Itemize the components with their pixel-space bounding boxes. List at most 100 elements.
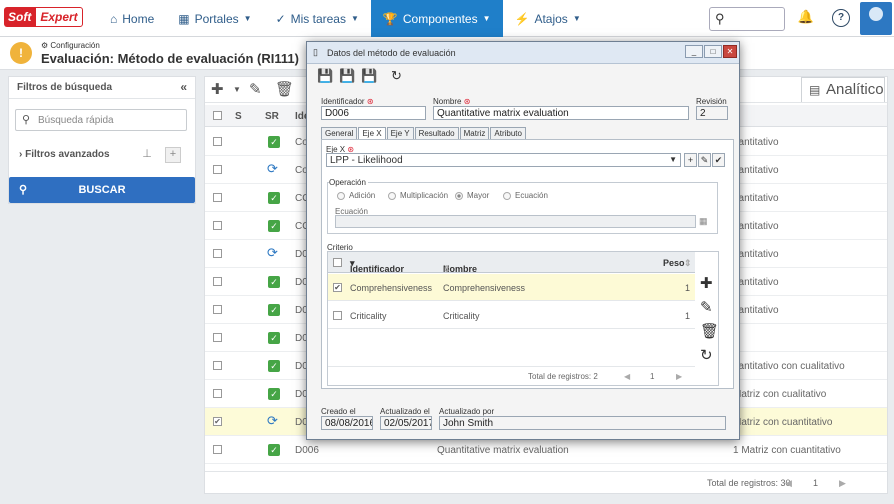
help-icon[interactable]: ? <box>832 9 850 27</box>
radio-mayor[interactable]: Mayor <box>455 191 489 200</box>
add-icon[interactable]: ✚ <box>211 80 224 98</box>
tab-analitico[interactable]: ▤ Analítico <box>801 77 885 102</box>
caret-down-icon: ▼ <box>482 14 491 23</box>
next-page-icon[interactable]: ▶ <box>839 478 846 489</box>
quick-search-input[interactable]: ⚲ Búsqueda rápida <box>15 109 187 131</box>
select-all-checkbox[interactable] <box>213 111 222 120</box>
caret-down-icon: ▼ <box>243 14 252 23</box>
softexpert-logo[interactable]: Soft Expert <box>4 6 83 28</box>
edit-criterio-icon[interactable]: ✎ <box>700 298 713 316</box>
warning-icon: ! <box>10 42 32 64</box>
row-checkbox[interactable] <box>213 277 222 286</box>
nav-mis-tareas[interactable]: ✓ Mis tareas ▼ <box>264 0 371 37</box>
column-peso[interactable]: Peso <box>663 258 685 268</box>
minimize-icon[interactable]: _ <box>685 45 703 58</box>
row-checkbox[interactable]: ✔ <box>213 417 222 426</box>
actualizado-por-field: John Smith <box>439 416 726 430</box>
revision-label: Revisión <box>696 97 727 106</box>
row-checkbox[interactable] <box>213 221 222 230</box>
refresh-criterio-icon[interactable]: ↻ <box>700 346 713 364</box>
column-identificador[interactable]: Identificador ▾ <box>350 258 404 274</box>
clear-icon[interactable]: ✔ <box>712 153 725 167</box>
criterio-nombre: Criticality <box>443 311 480 321</box>
nav-componentes-label: Componentes <box>402 11 478 26</box>
criterio-grid: Identificador ▾ Nombre ⇕ Peso ⇕ ✔ Compre… <box>327 251 719 386</box>
prev-page-icon[interactable]: ◀ <box>785 478 792 489</box>
row-tipo: 1 Matriz con cuantitativo <box>733 445 841 456</box>
nav-home[interactable]: ⌂ Home <box>98 0 166 37</box>
row-checkbox[interactable] <box>213 361 222 370</box>
prev-page-icon[interactable]: ◀ <box>624 372 630 381</box>
tab-matriz[interactable]: Matriz <box>459 127 490 139</box>
criterio-row[interactable]: Criticality Criticality 1 <box>328 302 695 329</box>
tab-eje-y[interactable]: Eje Y <box>386 127 414 139</box>
edit-icon[interactable]: ✎ <box>698 153 711 167</box>
nav-portales[interactable]: ▦ Portales ▼ <box>166 0 263 37</box>
row-checkbox[interactable] <box>213 193 222 202</box>
delete-icon[interactable]: 🗑 <box>275 80 294 98</box>
criterio-id: Criticality <box>350 311 387 321</box>
bell-icon[interactable]: 🔔 <box>797 9 815 27</box>
row-checkbox[interactable] <box>213 137 222 146</box>
dialog-toolbar: 💾 💾 💾 ↻ <box>315 68 735 88</box>
row-checkbox[interactable] <box>213 165 222 174</box>
breadcrumb[interactable]: ⚙ Configuración <box>41 41 100 50</box>
row-identificador: D006 <box>295 445 319 456</box>
nombre-field[interactable]: Quantitative matrix evaluation <box>433 106 689 120</box>
chevron-right-icon: › <box>19 149 23 160</box>
tab-analitico-label: Analítico <box>826 81 884 98</box>
radio-multiplicacion-label: Multiplicación <box>400 191 449 200</box>
radio-ecuacion-label: Ecuación <box>515 191 548 200</box>
table-row[interactable]: ✓ D006 Quantitative matrix evaluation 1 Mat… <box>205 436 887 464</box>
clear-filters-icon[interactable]: ⊥ <box>139 147 155 163</box>
column-sr[interactable]: SR <box>265 111 279 122</box>
delete-criterio-icon[interactable]: 🗑 <box>700 322 719 340</box>
caret-down-icon[interactable]: ▼ <box>233 85 241 94</box>
advanced-filters-toggle[interactable]: › Filtros avanzados <box>19 149 110 160</box>
nav-componentes[interactable]: 🏆 Componentes ▼ <box>370 0 503 37</box>
save-icon[interactable]: 💾 <box>339 68 355 84</box>
criterio-row[interactable]: ✔ Comprehensiveness Comprehensiveness 1 <box>328 274 695 301</box>
nav-atajos[interactable]: ⚡ Atajos ▼ <box>503 0 593 37</box>
edit-icon[interactable]: ✎ <box>249 80 262 98</box>
nav-portales-label: Portales <box>194 11 239 26</box>
save-new-icon[interactable]: 💾 <box>361 68 377 84</box>
add-filter-button[interactable]: + <box>165 147 181 163</box>
row-checkbox[interactable] <box>213 333 222 342</box>
radio-mayor-label: Mayor <box>467 191 490 200</box>
search-button[interactable]: ⚲ BUSCAR <box>9 177 195 203</box>
close-button[interactable]: ✕ <box>723 45 737 58</box>
radio-ecuacion[interactable]: Ecuación <box>503 191 548 200</box>
advanced-filters-label: Filtros avanzados <box>25 149 110 160</box>
search-button-label: BUSCAR <box>78 184 126 196</box>
row-checkbox[interactable] <box>213 389 222 398</box>
tab-atributo[interactable]: Atributo <box>490 127 526 139</box>
eje-x-select[interactable]: LPP - Likelihood ▼ <box>326 153 681 167</box>
maximize-button[interactable]: □ <box>704 45 722 58</box>
row-checkbox[interactable] <box>213 445 222 454</box>
tab-general[interactable]: General <box>321 127 358 139</box>
row-checkbox[interactable] <box>213 249 222 258</box>
grid-footer: Total de registros: 30 ◀ 1 ▶ <box>205 471 887 493</box>
radio-icon <box>503 191 511 200</box>
identificador-field[interactable]: D006 <box>321 106 426 120</box>
criterio-select-all[interactable] <box>333 258 342 267</box>
column-s[interactable]: S <box>235 111 242 122</box>
radio-multiplicacion[interactable]: Multiplicación <box>388 191 448 200</box>
user-avatar[interactable] <box>860 2 892 35</box>
top-search-button[interactable]: ⚲ <box>709 7 785 31</box>
row-checkbox[interactable]: ✔ <box>333 283 342 292</box>
row-checkbox[interactable] <box>213 305 222 314</box>
collapse-icon[interactable]: « <box>180 80 187 94</box>
add-criterio-icon[interactable]: ✚ <box>700 274 713 292</box>
tab-resultado[interactable]: Resultado <box>414 127 459 139</box>
row-checkbox[interactable] <box>333 311 342 320</box>
status-ok-icon: ✓ <box>268 444 280 456</box>
next-page-icon[interactable]: ▶ <box>676 372 682 381</box>
add-icon[interactable]: + <box>684 153 697 167</box>
ecuacion-field <box>335 215 696 228</box>
refresh-icon[interactable]: ↻ <box>391 68 402 84</box>
save-close-icon[interactable]: 💾 <box>317 68 333 84</box>
nav-mis-tareas-label: Mis tareas <box>290 11 346 26</box>
radio-adicion[interactable]: Adición <box>337 191 375 200</box>
